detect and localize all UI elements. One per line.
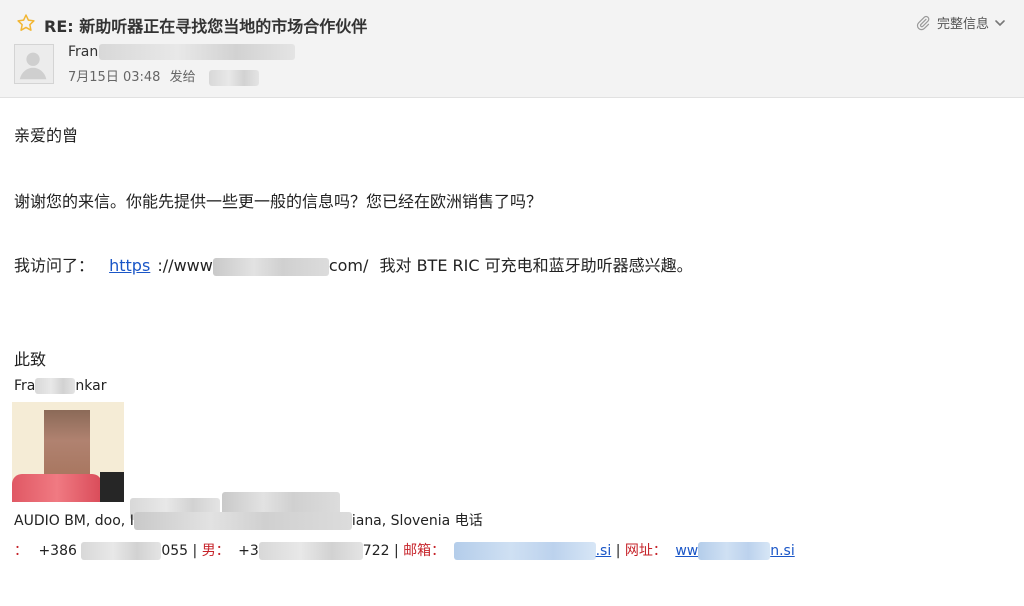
- visit-url-prefix: ://www: [157, 256, 213, 275]
- greeting: 亲爱的曾: [14, 126, 79, 145]
- redacted-block: [698, 542, 771, 560]
- body-line-1: 谢谢您的来信。你能先提供一些更一般的信息吗？您已经在欧洲销售了吗？: [14, 192, 543, 211]
- website-link-suffix[interactable]: n.si: [770, 543, 795, 559]
- email-date: 7月15日 03:48: [68, 70, 161, 85]
- signature-name: Fra nkar: [14, 378, 106, 394]
- redacted-block: [133, 512, 352, 530]
- redacted-block: [35, 378, 76, 394]
- full-info-label: 完整信息: [936, 17, 989, 32]
- signature-photo: [12, 402, 124, 502]
- label-website: 网址：: [624, 543, 667, 559]
- phone-2-suffix: 722 |: [362, 543, 399, 559]
- full-info-toggle[interactable]: 完整信息: [915, 13, 1006, 32]
- redacted-block: [81, 542, 162, 560]
- redacted-block: [258, 542, 363, 560]
- sender-name[interactable]: Fran: [68, 44, 296, 60]
- separator: |: [615, 543, 621, 559]
- signature-name-prefix: Fra: [14, 378, 36, 394]
- chevron-down-icon: [995, 19, 1005, 26]
- address-prefix: AUDIO BM, doo, I: [14, 513, 134, 529]
- email-subject: RE: 新助听器正在寻找您当地的市场合作伙伴: [44, 17, 368, 36]
- sent-to-label: 发给: [169, 70, 196, 85]
- colon-lead: ：: [14, 543, 28, 559]
- phone-1-suffix: 055 |: [161, 543, 198, 559]
- signature-address: AUDIO BM, doo, I iana, Slovenia 电话: [14, 510, 483, 530]
- phone-2-prefix: +3: [238, 543, 259, 559]
- email-meta: 7月15日 03:48 发给: [68, 66, 264, 86]
- email-header: RE: 新助听器正在寻找您当地的市场合作伙伴 完整信息 Fran 7月15日 0…: [0, 0, 1024, 98]
- signature-name-suffix: nkar: [75, 378, 107, 394]
- phone-1-prefix: +386: [38, 543, 77, 559]
- visit-link[interactable]: https: [109, 256, 150, 275]
- redacted-block: [453, 542, 596, 560]
- address-suffix: iana, Slovenia 电话: [351, 513, 483, 529]
- visit-prefix: 我访问了：: [14, 256, 95, 275]
- redacted-block: [99, 44, 296, 60]
- paperclip-icon: [916, 15, 930, 30]
- closing: 此致: [14, 350, 47, 369]
- redacted-block: [208, 69, 259, 86]
- email-link[interactable]: .si: [596, 543, 612, 559]
- redacted-block: [212, 257, 329, 276]
- visit-suffix: 我对 BTE RIC 可充电和蓝牙助听器感兴趣。: [379, 256, 693, 275]
- sender-name-text: Fran: [68, 44, 99, 60]
- default-avatar-icon[interactable]: [14, 44, 54, 84]
- signature-contacts: ： +386 055 | 男： +3 722 | 邮箱： .si | 网址： ww…: [14, 540, 795, 560]
- label-email: 邮箱：: [403, 543, 446, 559]
- visit-url-suffix: com/: [328, 256, 369, 275]
- body-line-visit: 我访问了： https ://www com/ 我对 BTE RIC 可充电和蓝牙…: [14, 252, 693, 276]
- label-male: 男：: [201, 543, 230, 559]
- star-icon[interactable]: [16, 13, 36, 33]
- website-link-prefix[interactable]: ww: [675, 543, 698, 559]
